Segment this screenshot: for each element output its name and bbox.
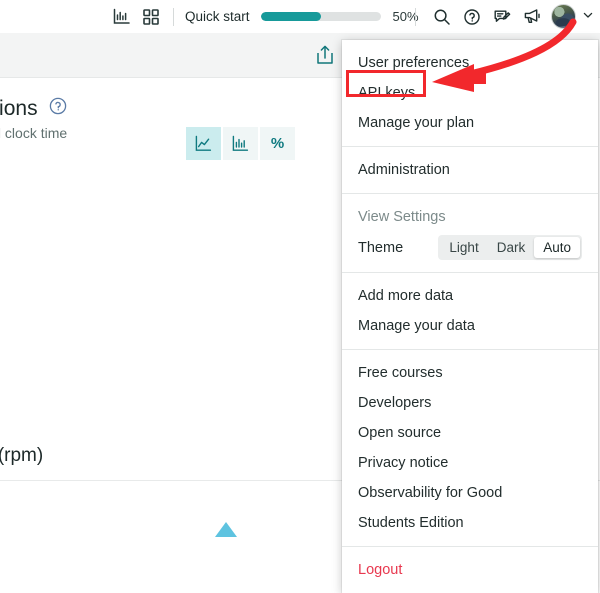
menu-item-manage-your-data[interactable]: Manage your data	[342, 311, 598, 341]
menu-item-add-more-data[interactable]: Add more data	[342, 281, 598, 311]
menu-item-administration[interactable]: Administration	[342, 155, 598, 185]
menu-item-developers[interactable]: Developers	[342, 388, 598, 418]
menu-section-3: Add more data Manage your data	[342, 272, 598, 349]
chart-marker-icon	[215, 522, 237, 537]
avatar[interactable]	[551, 4, 576, 29]
menu-item-open-source[interactable]: Open source	[342, 418, 598, 448]
percent-view-button[interactable]: %	[260, 127, 295, 160]
share-icon[interactable]	[315, 44, 335, 71]
feedback-icon[interactable]	[487, 2, 517, 32]
search-icon[interactable]	[427, 2, 457, 32]
menu-item-logout[interactable]: Logout	[342, 555, 598, 585]
page-title: web transactions	[0, 97, 67, 121]
menu-section-5: Logout	[342, 546, 598, 593]
toolbar-divider	[173, 7, 174, 26]
announcement-icon[interactable]	[517, 2, 547, 32]
section-title: ghput (rpm)	[0, 445, 44, 466]
area-chart-view-button[interactable]	[186, 127, 221, 160]
help-icon[interactable]	[457, 2, 487, 32]
top-bar-right-actions	[404, 0, 594, 33]
quick-start-label: Quick start	[185, 9, 250, 24]
page-subtitle: ent of wall clock time	[0, 125, 68, 141]
chevron-down-icon[interactable]	[582, 8, 594, 26]
theme-option-auto[interactable]: Auto	[534, 237, 580, 258]
quick-start-progress-fill	[260, 12, 321, 21]
menu-section-2: View Settings Theme Light Dark Auto	[342, 193, 598, 272]
theme-option-dark[interactable]: Dark	[488, 237, 535, 258]
quick-start-progress-bar[interactable]	[260, 12, 381, 21]
menu-item-manage-your-plan[interactable]: Manage your plan	[342, 108, 598, 138]
top-app-bar: Quick start 50%	[0, 0, 600, 33]
menu-item-privacy-notice[interactable]: Privacy notice	[342, 448, 598, 478]
bar-chart-view-button[interactable]	[223, 127, 258, 160]
menu-section-1: Administration	[342, 146, 598, 193]
red-highlight-box-api-keys	[346, 70, 426, 97]
menu-item-free-courses[interactable]: Free courses	[342, 358, 598, 388]
menu-item-students-edition[interactable]: Students Edition	[342, 508, 598, 538]
help-circle-icon[interactable]	[49, 97, 67, 121]
menu-section-heading-view-settings: View Settings	[358, 209, 446, 225]
theme-option-light[interactable]: Light	[440, 237, 487, 258]
user-account-dropdown-menu: User preferences API keys Manage your plan…	[342, 40, 598, 593]
apps-grid-icon[interactable]	[140, 6, 162, 28]
bar-chart-icon[interactable]	[110, 6, 132, 28]
chart-type-toggle-group: %	[186, 127, 295, 160]
percent-glyph: %	[270, 135, 285, 152]
page-title-text: web transactions	[0, 97, 38, 120]
theme-segmented-control: Light Dark Auto	[438, 235, 582, 260]
theme-label: Theme	[358, 239, 404, 256]
theme-setting-row: Theme Light Dark Auto	[342, 232, 598, 264]
menu-section-4: Free courses Developers Open source Privacy…	[342, 349, 598, 546]
toolbar-divider-2	[415, 7, 416, 26]
